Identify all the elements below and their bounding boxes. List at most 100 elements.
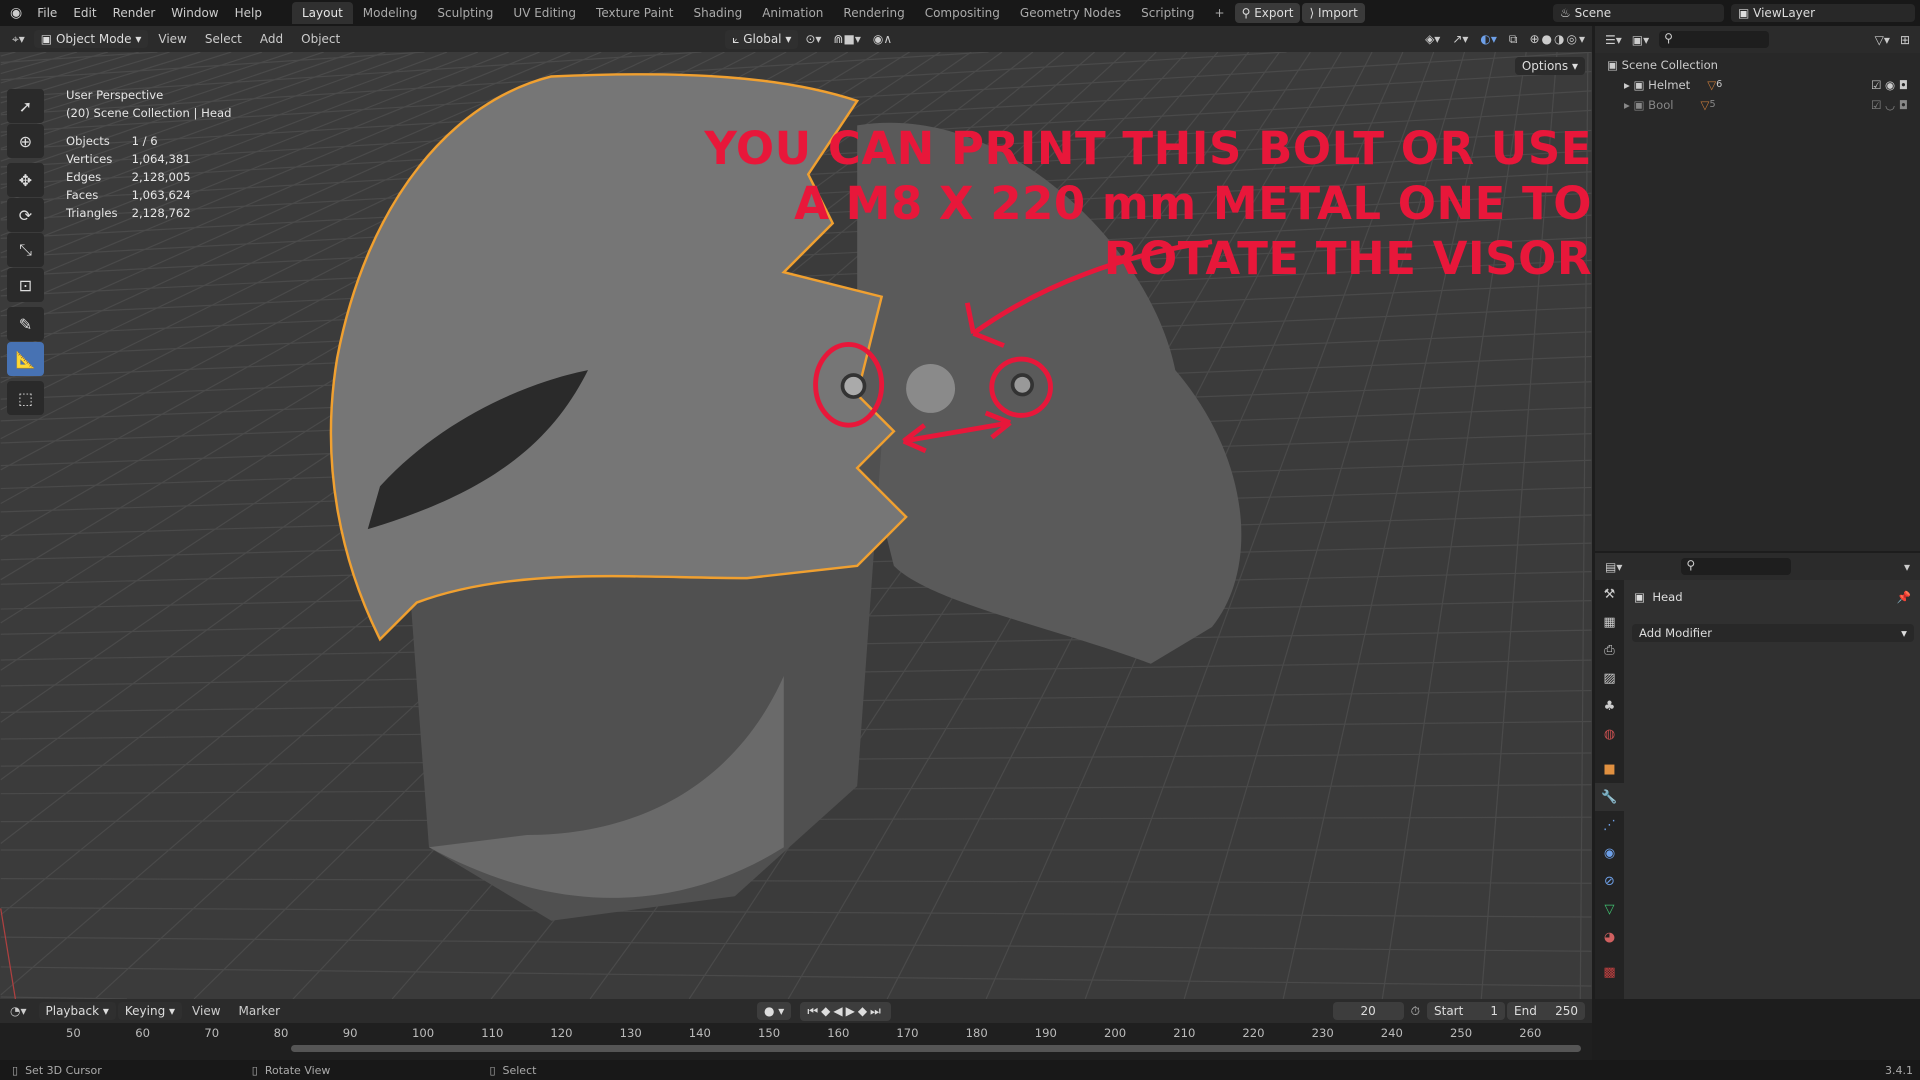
stopwatch-icon[interactable]: ⏱ <box>1406 1004 1425 1019</box>
outliner-search-input[interactable]: ⚲ <box>1659 31 1770 48</box>
view-layer-tab-icon[interactable]: ▨ <box>1595 664 1624 692</box>
export-button[interactable]: ⚲ Export <box>1234 3 1301 23</box>
tab-animation[interactable]: Animation <box>752 2 833 24</box>
gizmo-icon[interactable]: ↗▾ <box>1447 32 1473 46</box>
menu-object[interactable]: Object <box>293 32 348 46</box>
expand-icon[interactable]: ▸ ▣ <box>1624 75 1644 95</box>
tab-modeling[interactable]: Modeling <box>353 2 428 24</box>
add-modifier-dropdown[interactable]: Add Modifier ▾ <box>1632 624 1914 642</box>
tab-sculpting[interactable]: Sculpting <box>427 2 503 24</box>
overlay-icon[interactable]: ◐▾ <box>1475 32 1502 46</box>
orientation-dropdown[interactable]: ⟀ Global ▾ <box>725 29 799 49</box>
properties-search-input[interactable]: ⚲ <box>1681 558 1792 575</box>
pin-icon[interactable]: 📌 <box>1897 590 1911 604</box>
menu-window[interactable]: Window <box>163 6 226 20</box>
move-tool-icon[interactable]: ✥ <box>7 163 44 197</box>
proportional-edit-icon[interactable]: ◉∧ <box>868 32 897 46</box>
outliner-root[interactable]: ▣ Scene Collection <box>1607 55 1908 75</box>
scale-tool-icon[interactable]: ⤡ <box>7 233 44 267</box>
collapse-icon[interactable]: ▾ <box>1904 560 1910 574</box>
menu-file[interactable]: File <box>29 6 65 20</box>
measure-tool-icon[interactable]: 📐 <box>7 342 44 376</box>
menu-edit[interactable]: Edit <box>65 6 104 20</box>
tab-compositing[interactable]: Compositing <box>915 2 1010 24</box>
filter-icon[interactable]: ▽▾ <box>1875 33 1890 47</box>
menu-select[interactable]: Select <box>197 32 250 46</box>
snap-icon[interactable]: ⋒■▾ <box>828 32 865 46</box>
options-dropdown[interactable]: Options ▾ <box>1514 57 1585 75</box>
select-tool-icon[interactable]: ➚ <box>7 89 44 123</box>
auto-keying-toggle[interactable]: ● ▾ <box>757 1002 792 1020</box>
transform-tool-icon[interactable]: ⊡ <box>7 268 44 302</box>
modifier-tab-icon[interactable]: 🔧 <box>1595 783 1624 811</box>
outliner-item-helmet[interactable]: ▸ ▣ Helmet ▽ 6 ☑ ◉ ◘ <box>1607 75 1908 95</box>
menu-render[interactable]: Render <box>105 6 164 20</box>
frame-tick-label: 140 <box>688 1026 711 1040</box>
blender-logo-icon[interactable]: ◉ <box>0 5 29 21</box>
object-icon: ▣ <box>1634 590 1653 604</box>
start-frame-field[interactable]: Start 1 <box>1427 1002 1505 1020</box>
timeline-ruler[interactable]: 50 60 70 80 90 100 110 120 130 140 150 160 170 180 190… <box>0 1023 1592 1060</box>
physics-tab-icon[interactable]: ◉ <box>1595 839 1624 867</box>
filter-view-icon[interactable]: ▣▾ <box>1632 33 1649 47</box>
new-collection-icon[interactable]: ⊞ <box>1900 33 1910 47</box>
stat-label: Objects <box>66 134 110 148</box>
shading-modes[interactable]: ⊕●◑◎▾ <box>1525 32 1593 46</box>
editor-type-icon[interactable]: ▤▾ <box>1605 560 1622 574</box>
end-frame-field[interactable]: End 250 <box>1507 1002 1585 1020</box>
texture-tab-icon[interactable]: ▩ <box>1595 958 1624 986</box>
data-tab-icon[interactable]: ▽ <box>1595 895 1624 923</box>
tab-uv-editing[interactable]: UV Editing <box>503 2 586 24</box>
visibility-toggles[interactable]: ☑ ◉ ◘ <box>1871 75 1908 95</box>
object-tab-icon[interactable]: ■ <box>1595 755 1624 783</box>
scene-selector[interactable]: ♨ Scene <box>1553 4 1724 22</box>
constraints-tab-icon[interactable]: ⊘ <box>1595 867 1624 895</box>
playback-dropdown[interactable]: Playback ▾ <box>38 1002 116 1020</box>
annotation-line: YOU CAN PRINT THIS BOLT OR USE <box>704 122 1592 175</box>
options-label: Options <box>1521 59 1569 73</box>
outliner-item-bool[interactable]: ▸ ▣ Bool ▽ 5 ☑ ◡ ◘ <box>1607 95 1908 115</box>
pivot-icon[interactable]: ⊙▾ <box>800 32 826 46</box>
tab-shading[interactable]: Shading <box>683 2 752 24</box>
annotate-tool-icon[interactable]: ✎ <box>7 307 44 341</box>
visibility-toggles[interactable]: ☑ ◡ ◘ <box>1871 95 1908 115</box>
add-cube-tool-icon[interactable]: ⬚ <box>7 381 44 415</box>
scene-tab-icon[interactable]: ♣ <box>1595 692 1624 720</box>
timeline-menu-marker[interactable]: Marker <box>231 1004 288 1018</box>
rotate-tool-icon[interactable]: ⟳ <box>7 198 44 232</box>
output-tab-icon[interactable]: ⎙ <box>1595 636 1624 664</box>
import-button[interactable]: ⟩ Import <box>1302 3 1365 23</box>
tab-scripting[interactable]: Scripting <box>1131 2 1204 24</box>
timeline-menu-view[interactable]: View <box>184 1004 228 1018</box>
keying-dropdown[interactable]: Keying ▾ <box>117 1002 183 1020</box>
expand-icon[interactable]: ▸ ▣ <box>1624 95 1644 115</box>
add-workspace-button[interactable]: + <box>1205 2 1235 24</box>
timeline-editor-icon[interactable]: ◔▾ <box>10 1004 27 1018</box>
3d-viewport[interactable]: ➚ ⊕ ✥ ⟳ ⤡ ⊡ ✎ 📐 ⬚ User Perspective (20) … <box>0 52 1592 999</box>
menu-add[interactable]: Add <box>252 32 291 46</box>
frame-tick-label: 60 <box>135 1026 150 1040</box>
world-tab-icon[interactable]: ◍ <box>1595 720 1624 748</box>
visibility-icon[interactable]: ◈▾ <box>1420 32 1445 46</box>
frame-tick-label: 190 <box>1034 1026 1057 1040</box>
render-tab-icon[interactable]: ▦ <box>1595 608 1624 636</box>
tab-layout[interactable]: Layout <box>291 2 353 24</box>
menu-view[interactable]: View <box>150 32 194 46</box>
current-frame-field[interactable]: 20 <box>1332 1002 1404 1020</box>
material-tab-icon[interactable]: ◕ <box>1595 923 1624 951</box>
menu-help[interactable]: Help <box>227 6 270 20</box>
tab-rendering[interactable]: Rendering <box>833 2 914 24</box>
cursor-tool-icon[interactable]: ⊕ <box>7 124 44 158</box>
xray-icon[interactable]: ⧉ <box>1504 32 1523 47</box>
mode-dropdown[interactable]: ▣ Object Mode ▾ <box>33 30 149 48</box>
tab-texture-paint[interactable]: Texture Paint <box>586 2 683 24</box>
frame-tick-label: 110 <box>481 1026 504 1040</box>
tab-geometry-nodes[interactable]: Geometry Nodes <box>1010 2 1131 24</box>
view-layer-selector[interactable]: ▣ ViewLayer <box>1731 4 1915 22</box>
particles-tab-icon[interactable]: ⋰ <box>1595 811 1624 839</box>
editor-type-icon[interactable]: ⌖▾ <box>0 32 32 47</box>
tool-tab-icon[interactable]: ⚒ <box>1595 580 1624 608</box>
timeline-scrollbar[interactable] <box>291 1045 1581 1052</box>
display-mode-icon[interactable]: ☰▾ <box>1605 33 1622 47</box>
playback-controls[interactable]: ⏮◆◀▶◆⏭ <box>800 1001 891 1021</box>
